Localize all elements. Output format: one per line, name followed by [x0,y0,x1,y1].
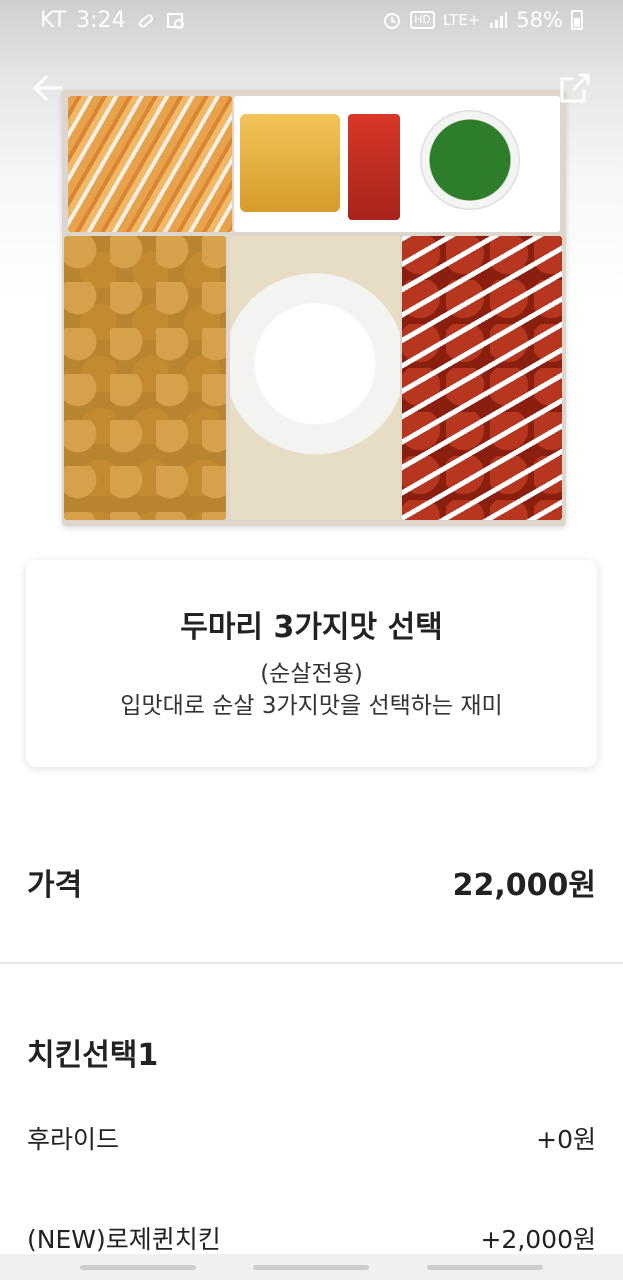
menu-hero-image [0,0,623,545]
battery-percent: 58% [516,8,563,32]
option-name: (NEW)로제퀸치킨 [27,1225,221,1254]
menu-description: (순살전용) 입맛대로 순살 3가지맛을 선택하는 재미 [26,658,597,722]
nav-recent-handle[interactable] [80,1265,196,1270]
menu-info-card: 두마리 3가지맛 선택 (순살전용) 입맛대로 순살 3가지맛을 선택하는 재미 [26,560,597,767]
section-divider [0,962,623,964]
menu-title: 두마리 3가지맛 선택 [180,610,443,645]
battery-icon [571,10,583,30]
sauced-chicken-compartment [402,236,562,520]
status-bar: KT 3:24 HD LTE+ 58% [0,0,623,44]
time-label: 3:24 [76,8,126,33]
price-row: 가격 22,000원 [0,840,623,930]
option-price: +0원 [536,1125,596,1154]
alarm-icon [384,13,401,29]
sauces-compartment [234,96,560,232]
nav-back-handle[interactable] [427,1265,543,1270]
back-arrow-icon [33,75,63,101]
menu-desc-line2: 입맛대로 순살 3가지맛을 선택하는 재미 [120,693,503,719]
option-price: +2,000원 [480,1225,596,1254]
option-group-title: 치킨선택1 [27,1038,159,1073]
price-value: 22,000원 [452,868,596,903]
signal-icon [490,12,508,28]
fries-compartment [68,96,232,232]
snow-cheese-chicken-compartment [230,236,400,520]
pickle-cup [420,110,520,210]
ketchup-packet [348,114,400,220]
chicken-box-photo [62,90,566,526]
share-external-icon [560,73,590,103]
analytics-icon [166,12,184,29]
bandage-icon [138,13,153,28]
carrier-label: KT [40,8,67,33]
nav-home-handle[interactable] [253,1265,369,1270]
mustard-sauce-packet [240,114,340,212]
network-label: LTE+ [442,11,481,29]
back-button[interactable] [28,68,68,108]
fried-chicken-compartment [64,236,226,520]
menu-desc-line1: (순살전용) [260,661,363,687]
option-name: 후라이드 [27,1125,120,1154]
price-label: 가격 [27,868,83,903]
share-button[interactable] [555,68,595,108]
system-nav-bar [0,1254,623,1280]
option-item-fried[interactable]: 후라이드 +0원 [0,1110,623,1170]
hd-voice-badge: HD [410,11,435,29]
